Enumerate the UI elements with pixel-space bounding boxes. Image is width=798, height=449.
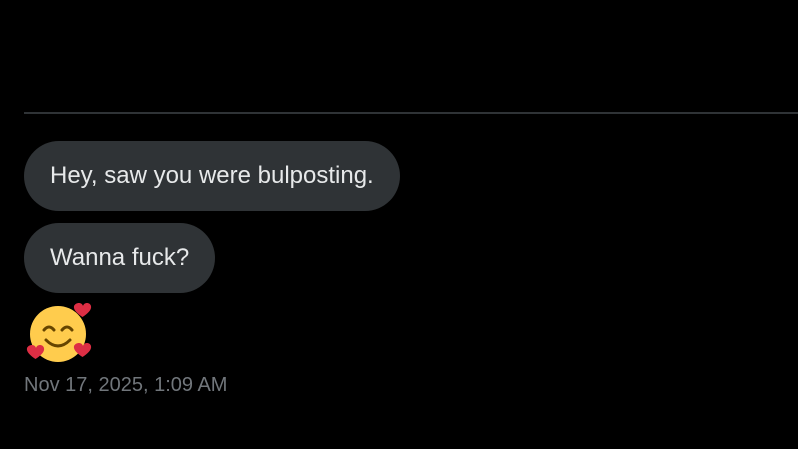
message-bubble[interactable]: Hey, saw you were bulposting.	[24, 141, 400, 211]
smiling-face-with-hearts-icon[interactable]	[24, 300, 92, 368]
message-text: Wanna fuck?	[50, 244, 190, 271]
emoji-svg	[26, 303, 92, 362]
message-timestamp: Nov 17, 2025, 1:09 AM	[24, 374, 228, 396]
message-bubble[interactable]: Wanna fuck?	[24, 223, 216, 293]
conversation-divider	[24, 112, 798, 114]
message-text: Hey, saw you were bulposting.	[50, 162, 374, 189]
